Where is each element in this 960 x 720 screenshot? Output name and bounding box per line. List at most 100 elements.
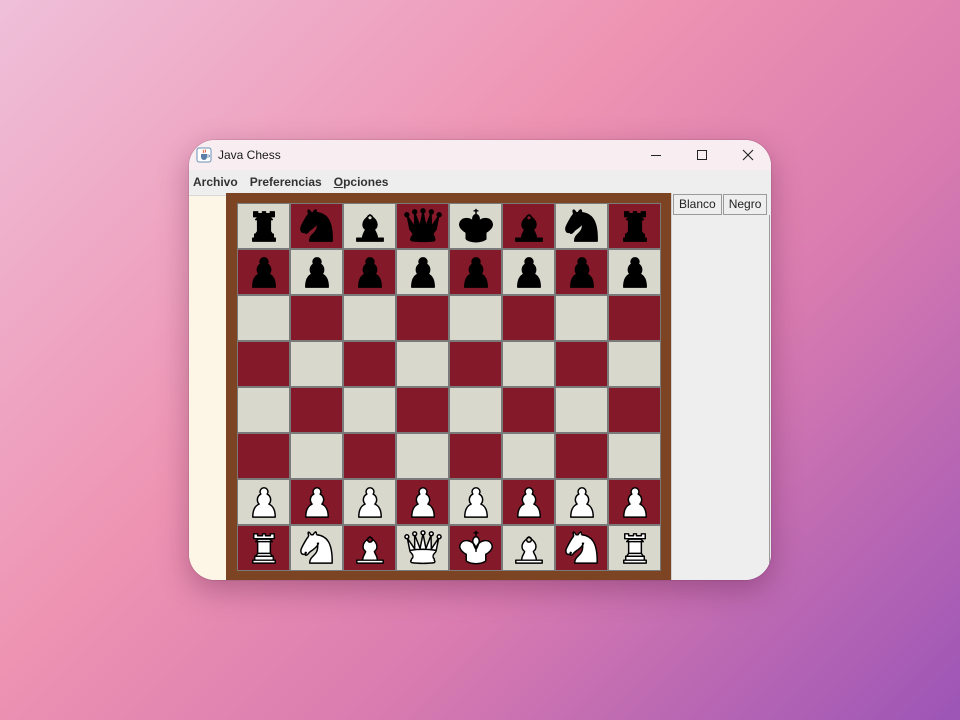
black-king-icon[interactable] — [454, 203, 498, 247]
square-d5[interactable] — [396, 341, 449, 387]
square-e4[interactable] — [449, 387, 502, 433]
square-h8[interactable] — [608, 203, 661, 249]
white-pawn-icon[interactable] — [295, 479, 339, 523]
square-b4[interactable] — [290, 387, 343, 433]
white-pawn-icon[interactable] — [507, 479, 551, 523]
square-a3[interactable] — [237, 433, 290, 479]
square-d3[interactable] — [396, 433, 449, 479]
white-king-icon[interactable] — [454, 525, 498, 569]
white-pawn-icon[interactable] — [242, 479, 286, 523]
black-pawn-icon[interactable] — [295, 249, 339, 293]
black-pawn-icon[interactable] — [401, 249, 445, 293]
white-pawn-icon[interactable] — [348, 479, 392, 523]
square-a6[interactable] — [237, 295, 290, 341]
java-cup-icon[interactable] — [196, 147, 212, 163]
square-h3[interactable] — [608, 433, 661, 479]
square-c7[interactable] — [343, 249, 396, 295]
white-rook-icon[interactable] — [613, 525, 657, 569]
white-bishop-icon[interactable] — [348, 525, 392, 569]
white-pawn-icon[interactable] — [454, 479, 498, 523]
square-e6[interactable] — [449, 295, 502, 341]
square-h2[interactable] — [608, 479, 661, 525]
close-button[interactable] — [725, 140, 771, 170]
square-c1[interactable] — [343, 525, 396, 571]
square-d2[interactable] — [396, 479, 449, 525]
square-g3[interactable] — [555, 433, 608, 479]
white-pawn-icon[interactable] — [560, 479, 604, 523]
square-c3[interactable] — [343, 433, 396, 479]
square-f2[interactable] — [502, 479, 555, 525]
square-h1[interactable] — [608, 525, 661, 571]
square-a4[interactable] — [237, 387, 290, 433]
square-c4[interactable] — [343, 387, 396, 433]
square-f3[interactable] — [502, 433, 555, 479]
square-d6[interactable] — [396, 295, 449, 341]
square-b7[interactable] — [290, 249, 343, 295]
black-knight-icon[interactable] — [295, 203, 339, 247]
square-b1[interactable] — [290, 525, 343, 571]
square-f4[interactable] — [502, 387, 555, 433]
square-b5[interactable] — [290, 341, 343, 387]
square-a8[interactable] — [237, 203, 290, 249]
square-e1[interactable] — [449, 525, 502, 571]
square-e3[interactable] — [449, 433, 502, 479]
square-e5[interactable] — [449, 341, 502, 387]
square-h5[interactable] — [608, 341, 661, 387]
square-b3[interactable] — [290, 433, 343, 479]
square-d1[interactable] — [396, 525, 449, 571]
white-rook-icon[interactable] — [242, 525, 286, 569]
black-pawn-icon[interactable] — [507, 249, 551, 293]
square-f1[interactable] — [502, 525, 555, 571]
square-g8[interactable] — [555, 203, 608, 249]
square-c6[interactable] — [343, 295, 396, 341]
white-bishop-icon[interactable] — [507, 525, 551, 569]
black-pawn-icon[interactable] — [613, 249, 657, 293]
black-pawn-icon[interactable] — [560, 249, 604, 293]
square-f8[interactable] — [502, 203, 555, 249]
square-b2[interactable] — [290, 479, 343, 525]
menu-archivo[interactable]: Archivo — [193, 175, 238, 189]
square-e8[interactable] — [449, 203, 502, 249]
black-pawn-icon[interactable] — [242, 249, 286, 293]
square-g7[interactable] — [555, 249, 608, 295]
square-g4[interactable] — [555, 387, 608, 433]
black-pawn-icon[interactable] — [454, 249, 498, 293]
square-a1[interactable] — [237, 525, 290, 571]
square-d7[interactable] — [396, 249, 449, 295]
square-h4[interactable] — [608, 387, 661, 433]
square-g2[interactable] — [555, 479, 608, 525]
square-h6[interactable] — [608, 295, 661, 341]
square-h7[interactable] — [608, 249, 661, 295]
menu-preferencias[interactable]: Preferencias — [250, 175, 322, 189]
square-d8[interactable] — [396, 203, 449, 249]
white-knight-icon[interactable] — [560, 525, 604, 569]
square-f5[interactable] — [502, 341, 555, 387]
black-bishop-icon[interactable] — [507, 203, 551, 247]
square-f6[interactable] — [502, 295, 555, 341]
black-rook-icon[interactable] — [613, 203, 657, 247]
tab-negro[interactable]: Negro — [722, 194, 768, 215]
square-c5[interactable] — [343, 341, 396, 387]
square-g1[interactable] — [555, 525, 608, 571]
black-bishop-icon[interactable] — [348, 203, 392, 247]
square-c8[interactable] — [343, 203, 396, 249]
maximize-button[interactable] — [679, 140, 725, 170]
menu-opciones[interactable]: Opciones — [334, 175, 389, 189]
square-f7[interactable] — [502, 249, 555, 295]
square-a7[interactable] — [237, 249, 290, 295]
white-pawn-icon[interactable] — [613, 479, 657, 523]
square-d4[interactable] — [396, 387, 449, 433]
square-c2[interactable] — [343, 479, 396, 525]
black-rook-icon[interactable] — [242, 203, 286, 247]
black-queen-icon[interactable] — [401, 203, 445, 247]
minimize-button[interactable] — [633, 140, 679, 170]
square-a5[interactable] — [237, 341, 290, 387]
square-b6[interactable] — [290, 295, 343, 341]
black-pawn-icon[interactable] — [348, 249, 392, 293]
white-knight-icon[interactable] — [295, 525, 339, 569]
white-queen-icon[interactable] — [401, 525, 445, 569]
square-e7[interactable] — [449, 249, 502, 295]
square-b8[interactable] — [290, 203, 343, 249]
black-knight-icon[interactable] — [560, 203, 604, 247]
square-a2[interactable] — [237, 479, 290, 525]
